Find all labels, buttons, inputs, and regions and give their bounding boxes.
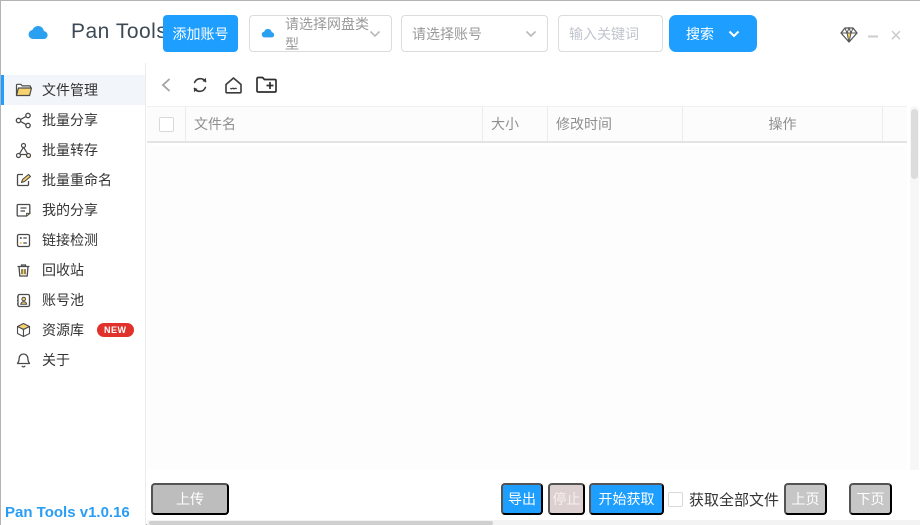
app-version: Pan Tools v1.0.16: [5, 504, 130, 521]
new-folder-icon[interactable]: [254, 73, 278, 97]
home-icon[interactable]: [221, 73, 245, 97]
column-header-operations: 操作: [682, 107, 882, 141]
fetch-all-files-option[interactable]: 获取全部文件: [668, 489, 779, 510]
sidebar-item-label: 批量分享: [42, 110, 98, 130]
premium-diamond-icon[interactable]: [838, 24, 860, 46]
table-header: 文件名 大小 修改时间 操作: [147, 106, 907, 143]
vertical-scrollbar[interactable]: [910, 106, 919, 520]
sidebar-item-label: 回收站: [42, 260, 84, 280]
document-icon: [15, 201, 33, 219]
start-fetch-button[interactable]: 开始获取: [589, 483, 664, 515]
sidebar-item-label: 账号池: [42, 290, 84, 310]
sidebar-item-link-check[interactable]: 链接检测: [1, 225, 145, 255]
search-button[interactable]: 搜索: [669, 15, 757, 52]
account-placeholder: 请选择账号: [412, 24, 525, 44]
app-title: Pan Tools: [71, 20, 167, 44]
chevron-down-icon: [525, 30, 537, 38]
sidebar-item-batch-rename[interactable]: 批量重命名: [1, 165, 145, 195]
search-button-label: 搜索: [686, 24, 714, 44]
close-button[interactable]: ×: [885, 25, 907, 47]
account-card-icon: [15, 291, 33, 309]
disk-type-select[interactable]: 请选择网盘类型: [249, 15, 392, 52]
sidebar-item-label: 我的分享: [42, 200, 98, 220]
chevron-down-icon: [728, 30, 740, 38]
refresh-icon[interactable]: [188, 73, 212, 97]
keyword-input[interactable]: [558, 15, 663, 52]
fetch-all-checkbox[interactable]: [668, 492, 683, 507]
sidebar-item-batch-share[interactable]: 批量分享: [1, 105, 145, 135]
select-all-checkbox[interactable]: [159, 117, 174, 132]
upload-button[interactable]: 上传: [151, 483, 229, 515]
column-header-spacer: [882, 107, 907, 141]
select-all-cell: [147, 107, 185, 141]
horizontal-scrollbar-thumb[interactable]: [149, 521, 493, 525]
bell-icon: [15, 351, 33, 369]
back-icon[interactable]: [155, 73, 179, 97]
export-button[interactable]: 导出: [501, 483, 543, 515]
horizontal-scrollbar[interactable]: [147, 520, 920, 525]
sidebar-item-label: 批量重命名: [42, 170, 112, 190]
vertical-scrollbar-thumb[interactable]: [911, 109, 918, 179]
prev-page-button[interactable]: 上页: [784, 483, 827, 515]
sidebar-item-label: 关于: [42, 350, 70, 370]
footer-bar: 上传 导出 停止 开始获取 获取全部文件 上页 下页: [147, 470, 920, 520]
next-page-button[interactable]: 下页: [849, 483, 892, 515]
chevron-down-icon: [369, 30, 381, 38]
new-badge: NEW: [97, 323, 134, 337]
share-icon: [15, 111, 33, 129]
app-logo-cloud-icon: [27, 23, 51, 43]
header: Pan Tools 添加账号 请选择网盘类型 请选择账号 搜索 – ×: [1, 1, 920, 63]
disk-type-placeholder: 请选择网盘类型: [285, 14, 369, 54]
file-toolbar: [147, 63, 920, 106]
sidebar-item-my-shares[interactable]: 我的分享: [1, 195, 145, 225]
column-header-size: 大小: [482, 107, 547, 141]
file-list-empty-area: [147, 145, 907, 470]
add-account-button[interactable]: 添加账号: [163, 15, 238, 52]
fetch-all-label: 获取全部文件: [689, 489, 779, 510]
sidebar-item-recycle-bin[interactable]: 回收站: [1, 255, 145, 285]
sidebar-item-file-management[interactable]: 文件管理: [1, 75, 145, 105]
transfer-icon: [15, 141, 33, 159]
sidebar-item-label: 链接检测: [42, 230, 98, 250]
main-panel: 文件名 大小 修改时间 操作: [147, 63, 920, 525]
sidebar-item-about[interactable]: 关于: [1, 345, 145, 375]
sidebar-item-label: 文件管理: [42, 80, 98, 100]
trash-icon: [15, 261, 33, 279]
sidebar-item-account-pool[interactable]: 账号池: [1, 285, 145, 315]
account-select[interactable]: 请选择账号: [401, 15, 548, 52]
rename-icon: [15, 171, 33, 189]
cube-icon: [15, 321, 33, 339]
column-header-modified: 修改时间: [547, 107, 682, 141]
sidebar-item-resource-library[interactable]: 资源库 NEW: [1, 315, 145, 345]
checklist-icon: [15, 231, 33, 249]
sidebar-item-label: 批量转存: [42, 140, 98, 160]
folder-icon: [15, 81, 33, 99]
cloud-icon: [260, 27, 277, 40]
sidebar-item-batch-transfer[interactable]: 批量转存: [1, 135, 145, 165]
sidebar-item-label: 资源库: [42, 320, 84, 340]
sidebar: 文件管理 批量分享 批量转存 批量重命名 我的分享 链接检测 回: [1, 63, 146, 525]
column-header-filename: 文件名: [185, 107, 482, 141]
minimize-button[interactable]: –: [862, 25, 884, 47]
stop-button[interactable]: 停止: [548, 483, 585, 515]
